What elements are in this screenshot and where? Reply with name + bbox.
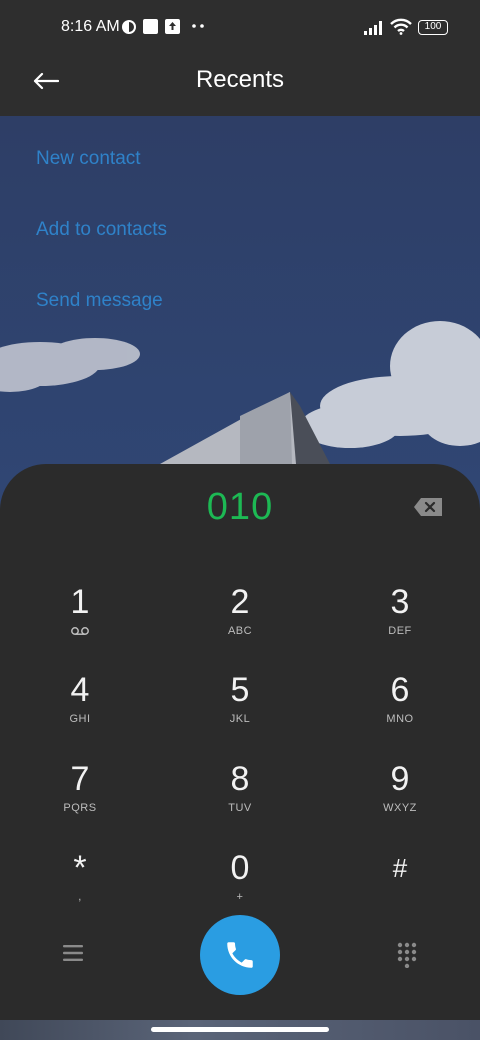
key-digit: * [73,849,87,887]
key-8[interactable]: 8 TUV [170,759,310,839]
screen: New contact Add to contacts Send message… [0,0,480,1040]
call-button[interactable] [200,915,280,995]
status-bar: 8:16 AM 100 [0,0,480,56]
key-digit: 8 [230,760,250,798]
phone-icon [227,942,253,968]
key-2[interactable]: 2 ABC [170,582,310,662]
dialed-number: 010 [206,486,274,528]
dialpad-icon[interactable] [397,942,417,968]
square-notification-icon [143,19,158,34]
key-letters: GHI [69,713,91,725]
new-contact-link[interactable]: New contact [36,148,141,170]
key-digit: 1 [70,583,90,621]
key-1[interactable]: 1 [10,582,150,662]
key-letters: ABC [227,625,253,637]
key-digit: 4 [70,671,90,709]
status-time: 8:16 AM [61,18,120,35]
key-letters: MNO [386,713,414,725]
key-star[interactable]: * , [10,848,150,928]
key-digit: 9 [390,760,410,798]
menu-icon[interactable] [63,944,83,962]
key-7[interactable]: 7 PQRS [10,759,150,839]
key-digit: 6 [390,671,410,709]
wifi-icon [390,18,412,35]
key-5[interactable]: 5 JKL [170,670,310,750]
key-hash[interactable]: # [330,848,470,928]
key-letters: TUV [228,802,252,814]
key-letters: + [236,891,244,903]
more-dots-icon [192,24,204,28]
top-bar: 8:16 AM 100 Recents [0,0,480,116]
key-letters: JKL [229,713,251,725]
key-9[interactable]: 9 WXYZ [330,759,470,839]
key-3[interactable]: 3 DEF [330,582,470,662]
add-to-contacts-link[interactable]: Add to contacts [36,219,167,241]
key-letters: DEF [388,625,412,637]
vpn-icon [122,20,136,34]
key-letters: PQRS [63,802,97,814]
voicemail-icon [71,627,89,635]
key-digit: 7 [70,760,90,798]
key-digit: 2 [230,583,250,621]
signal-icon [364,21,382,35]
backspace-icon[interactable] [412,496,444,518]
key-6[interactable]: 6 MNO [330,670,470,750]
key-4[interactable]: 4 GHI [10,670,150,750]
home-indicator[interactable] [151,1027,329,1032]
key-letters: , [78,891,82,903]
key-digit: 5 [230,671,250,709]
key-digit: # [392,853,408,883]
key-digit: 3 [390,583,410,621]
key-digit: 0 [230,849,250,887]
send-message-link[interactable]: Send message [36,290,163,312]
upload-icon [165,19,180,34]
key-letters: WXYZ [383,802,417,814]
battery-icon: 100 [418,20,448,35]
page-title: Recents [195,66,285,93]
